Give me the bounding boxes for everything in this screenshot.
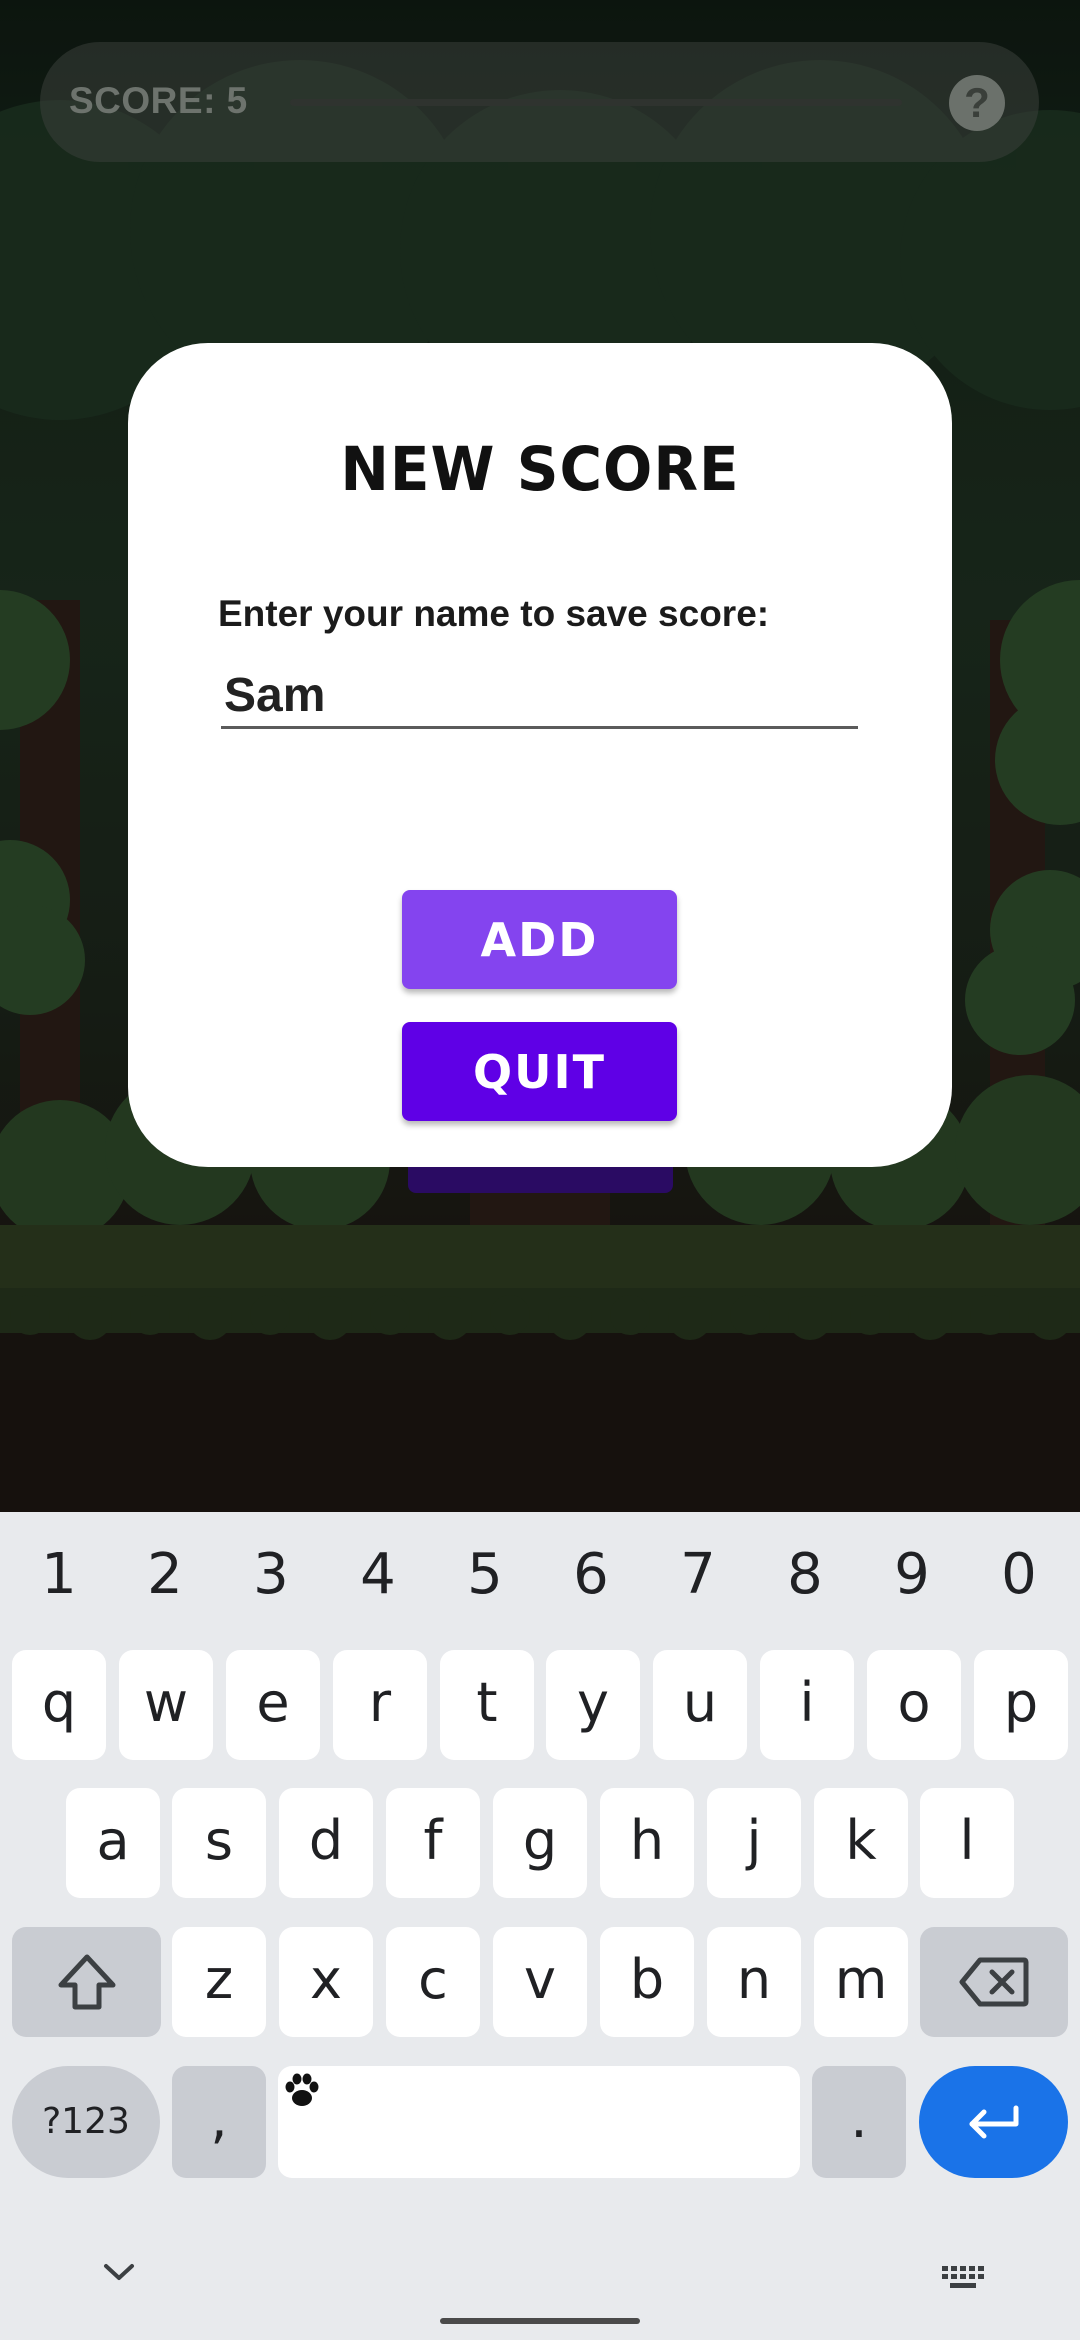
- keyboard-switch-icon[interactable]: [940, 2264, 986, 2294]
- key-y[interactable]: y: [546, 1650, 640, 1760]
- key-6[interactable]: 6: [551, 1542, 631, 1607]
- key-3[interactable]: 3: [231, 1542, 311, 1607]
- score-progress-track: [290, 99, 902, 106]
- home-indicator: [440, 2318, 640, 2324]
- enter-key[interactable]: [919, 2066, 1068, 2178]
- key-j[interactable]: j: [707, 1788, 801, 1898]
- shift-key[interactable]: [12, 1927, 161, 2037]
- new-score-dialog: NEW SCORE Enter your name to save score:…: [128, 343, 952, 1167]
- key-0[interactable]: 0: [979, 1542, 1059, 1607]
- key-m[interactable]: m: [814, 1927, 908, 2037]
- key-z[interactable]: z: [172, 1927, 266, 2037]
- key-x[interactable]: x: [279, 1927, 373, 2037]
- key-s[interactable]: s: [172, 1788, 266, 1898]
- key-o[interactable]: o: [867, 1650, 961, 1760]
- backspace-icon: [959, 1957, 1029, 2007]
- key-a[interactable]: a: [66, 1788, 160, 1898]
- key-1[interactable]: 1: [19, 1542, 99, 1607]
- key-5[interactable]: 5: [445, 1542, 525, 1607]
- key-k[interactable]: k: [814, 1788, 908, 1898]
- key-r[interactable]: r: [333, 1650, 427, 1760]
- key-w[interactable]: w: [119, 1650, 213, 1760]
- key-9[interactable]: 9: [872, 1542, 952, 1607]
- add-button[interactable]: ADD: [402, 890, 677, 989]
- space-key[interactable]: [278, 2066, 800, 2178]
- paw-icon: [285, 2073, 319, 2106]
- score-bar: SCORE: 5 ?: [40, 42, 1039, 162]
- comma-key[interactable]: ,: [172, 2066, 266, 2178]
- key-2[interactable]: 2: [125, 1542, 205, 1607]
- enter-icon: [969, 2105, 1018, 2139]
- key-u[interactable]: u: [653, 1650, 747, 1760]
- dialog-title: NEW SCORE: [340, 433, 740, 505]
- key-g[interactable]: g: [493, 1788, 587, 1898]
- key-t[interactable]: t: [440, 1650, 534, 1760]
- key-8[interactable]: 8: [765, 1542, 845, 1607]
- key-p[interactable]: p: [974, 1650, 1068, 1760]
- key-q[interactable]: q: [12, 1650, 106, 1760]
- key-c[interactable]: c: [386, 1927, 480, 2037]
- help-icon[interactable]: ?: [949, 75, 1005, 131]
- key-7[interactable]: 7: [658, 1542, 738, 1607]
- name-prompt-label: Enter your name to save score:: [218, 593, 770, 634]
- key-h[interactable]: h: [600, 1788, 694, 1898]
- key-d[interactable]: d: [279, 1788, 373, 1898]
- key-f[interactable]: f: [386, 1788, 480, 1898]
- shift-icon: [58, 1954, 115, 2010]
- name-input[interactable]: [221, 665, 858, 729]
- key-n[interactable]: n: [707, 1927, 801, 2037]
- score-label: SCORE: 5: [69, 80, 248, 121]
- soft-keyboard: 1 2 3 4 5 6 7 8 9 0 q w e r t y u i o p …: [0, 1512, 1080, 2340]
- backspace-key[interactable]: [920, 1927, 1068, 2037]
- key-l[interactable]: l: [920, 1788, 1014, 1898]
- hide-keyboard-icon[interactable]: [100, 2260, 138, 2284]
- period-key[interactable]: .: [812, 2066, 906, 2178]
- key-e[interactable]: e: [226, 1650, 320, 1760]
- key-4[interactable]: 4: [338, 1542, 418, 1607]
- quit-button[interactable]: QUIT: [402, 1022, 677, 1121]
- key-b[interactable]: b: [600, 1927, 694, 2037]
- key-v[interactable]: v: [493, 1927, 587, 2037]
- symbols-key[interactable]: ?123: [12, 2066, 160, 2178]
- key-i[interactable]: i: [760, 1650, 854, 1760]
- background-button-edge: [408, 1165, 673, 1193]
